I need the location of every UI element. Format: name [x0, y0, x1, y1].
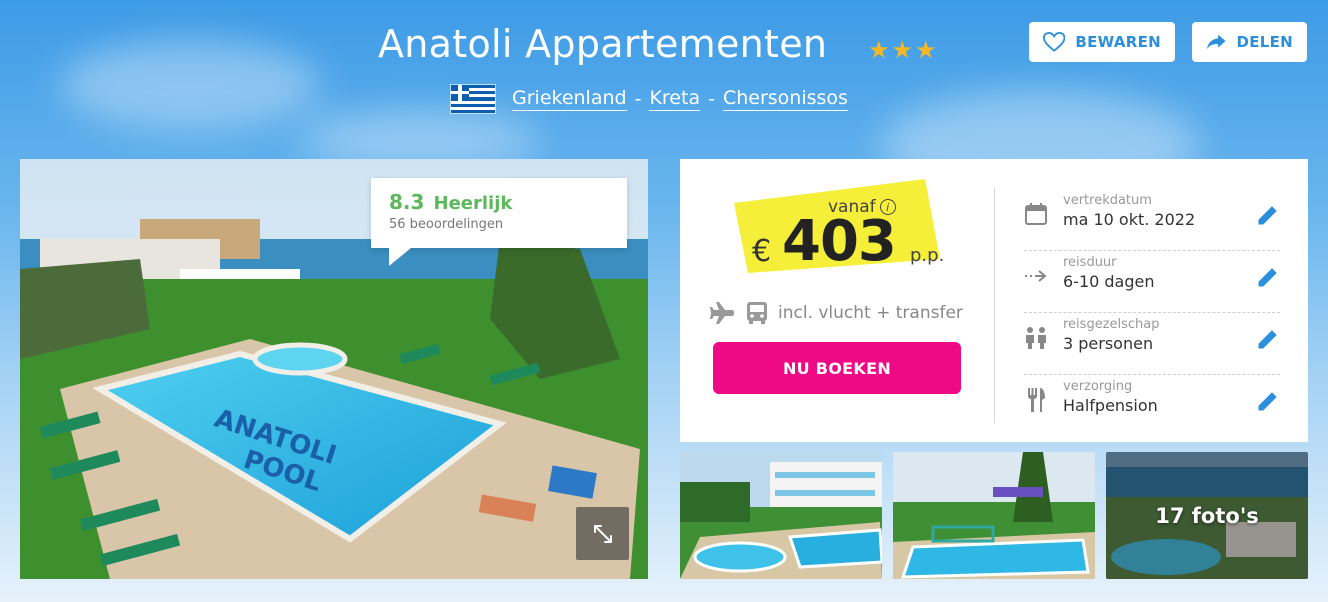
detail-label: reisgezelschap	[1063, 317, 1160, 332]
detail-label: verzorging	[1063, 379, 1133, 394]
detail-travel-party[interactable]: reisgezelschap 3 personen	[1024, 313, 1280, 375]
price-amount: 403	[782, 209, 897, 274]
gallery-thumbnail[interactable]	[680, 452, 882, 579]
book-now-button[interactable]: NU BOEKEN	[713, 342, 961, 394]
calendar-icon	[1024, 201, 1048, 227]
pencil-icon[interactable]	[1256, 203, 1280, 227]
expand-icon	[593, 524, 612, 543]
breadcrumb-country-link[interactable]: Griekenland	[512, 87, 627, 111]
thumbnail-photo	[893, 452, 1095, 579]
share-arrow-icon	[1206, 34, 1226, 50]
cloud-decoration	[60, 40, 320, 130]
gallery-more-photos[interactable]: 17 foto's	[1106, 452, 1308, 579]
photo-count-label: 17 foto's	[1106, 452, 1308, 579]
pencil-icon[interactable]	[1256, 389, 1280, 413]
included-services-text: incl. vlucht + transfer	[778, 303, 963, 323]
people-icon	[1024, 325, 1048, 351]
rating-score: 8.3	[389, 190, 425, 214]
rating-card[interactable]: 8.3 Heerlijk 56 beoordelingen	[371, 178, 627, 266]
detail-value: Halfpension	[1063, 396, 1158, 415]
review-count: 56 beoordelingen	[389, 217, 504, 232]
detail-value: ma 10 okt. 2022	[1063, 210, 1196, 229]
plane-icon	[710, 302, 734, 324]
detail-label: reisduur	[1063, 255, 1117, 270]
panel-divider	[994, 187, 995, 423]
greece-flag-icon	[450, 84, 496, 114]
breadcrumb-separator: -	[634, 88, 642, 110]
detail-label: vertrekdatum	[1063, 193, 1152, 208]
detail-value: 6-10 dagen	[1063, 272, 1155, 291]
heart-icon	[1043, 32, 1066, 52]
gallery-thumbnail[interactable]	[893, 452, 1095, 579]
breadcrumb-separator: -	[708, 88, 715, 110]
booking-panel: vanaf i € 403 p.p. incl. vlucht + transf…	[680, 159, 1308, 442]
share-button[interactable]: DELEN	[1192, 22, 1307, 62]
detail-value: 3 personen	[1063, 334, 1154, 353]
bus-icon	[747, 302, 767, 324]
detail-departure-date[interactable]: vertrekdatum ma 10 okt. 2022	[1024, 189, 1280, 251]
pencil-icon[interactable]	[1256, 265, 1280, 289]
share-button-label: DELEN	[1236, 33, 1293, 51]
detail-board-type[interactable]: verzorging Halfpension	[1024, 375, 1280, 437]
rating-label: Heerlijk	[433, 193, 513, 214]
detail-duration[interactable]: reisduur 6-10 dagen	[1024, 251, 1280, 313]
utensils-icon	[1024, 387, 1048, 413]
thumbnail-photo	[680, 452, 882, 579]
breadcrumb: Griekenland - Kreta - Chersonissos	[450, 84, 848, 114]
included-services: incl. vlucht + transfer	[710, 301, 963, 325]
star-rating: ★★★	[868, 36, 939, 64]
save-button[interactable]: BEWAREN	[1029, 22, 1175, 62]
price-currency: €	[752, 234, 772, 269]
pencil-icon[interactable]	[1256, 327, 1280, 351]
price-per-person: p.p.	[910, 245, 945, 266]
arrow-right-icon	[1024, 263, 1048, 289]
breadcrumb-city-link[interactable]: Chersonissos	[722, 87, 848, 111]
page-title: Anatoli Appartementen	[378, 22, 828, 66]
expand-photo-button[interactable]	[576, 507, 629, 560]
save-button-label: BEWAREN	[1075, 33, 1161, 51]
breadcrumb-region-link[interactable]: Kreta	[649, 87, 701, 111]
